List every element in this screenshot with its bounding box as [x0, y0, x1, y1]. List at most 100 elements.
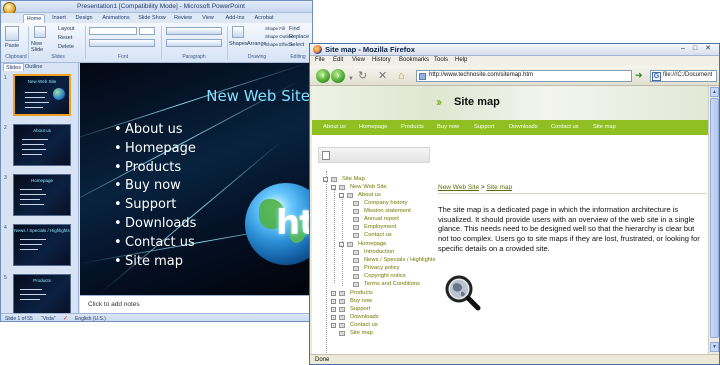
tree-item-products[interactable]: Products: [350, 290, 373, 296]
tree-item-contact-us-sub[interactable]: Contact us: [364, 232, 392, 238]
tree-toggle-icon[interactable]: –: [331, 185, 336, 190]
tree-item-employment[interactable]: Employment: [364, 224, 396, 230]
site-nav-support[interactable]: Support: [474, 124, 494, 130]
tree-item-support[interactable]: Support: [350, 306, 370, 312]
tree-item-news[interactable]: News / Specials / Highlights: [364, 257, 436, 263]
paragraph-list-buttons[interactable]: [166, 27, 222, 35]
tab-animations[interactable]: Animations: [101, 14, 131, 23]
tree-item-site-map[interactable]: Site map: [350, 330, 373, 336]
tab-add-ins[interactable]: Add-Ins: [223, 14, 247, 23]
shape-fill-button[interactable]: Shape Fill: [265, 26, 285, 31]
tree-item-copyright-notice[interactable]: Copyright notice: [364, 273, 406, 279]
tab-slide-show[interactable]: Slide Show: [137, 14, 167, 23]
slide-canvas[interactable]: New Web Site About us Homepage Products …: [80, 63, 312, 295]
find-button[interactable]: Find: [289, 26, 300, 32]
tab-home[interactable]: Home: [23, 14, 45, 23]
tree-toggle-icon[interactable]: –: [339, 193, 344, 198]
new-slide-icon[interactable]: [34, 26, 46, 38]
shapes-button[interactable]: Shapes: [229, 41, 248, 47]
menu-file[interactable]: File: [315, 57, 325, 63]
font-size-dropdown[interactable]: [139, 27, 155, 35]
slide-bullet-list[interactable]: About us Homepage Products Buy now Suppo…: [114, 121, 254, 271]
tree-item-terms[interactable]: Terms and Conditions: [364, 281, 420, 287]
url-text[interactable]: http://www.technosite.com/sitemap.htm: [429, 72, 533, 78]
tree-toggle-icon[interactable]: +: [331, 315, 336, 320]
back-button[interactable]: ‹: [316, 69, 330, 83]
replace-button[interactable]: Replace: [289, 34, 309, 40]
tree-item-privacy-policy[interactable]: Privacy policy: [364, 265, 399, 271]
site-nav-site-map[interactable]: Site map: [593, 124, 616, 130]
new-slide-button[interactable]: New Slide: [31, 41, 51, 53]
search-engine-icon[interactable]: G: [652, 72, 661, 81]
shapes-icon[interactable]: [232, 26, 244, 38]
minimize-icon[interactable]: –: [678, 45, 688, 54]
stop-icon[interactable]: ✕: [378, 70, 387, 82]
site-nav-downloads[interactable]: Downloads: [509, 124, 538, 130]
tree-item-buy-now[interactable]: Buy now: [350, 298, 372, 304]
site-nav-homepage[interactable]: Homepage: [359, 124, 387, 130]
search-text[interactable]: file:///C:/Document: [663, 72, 712, 78]
tab-outline[interactable]: Outline: [23, 63, 44, 71]
tree-item-about-us[interactable]: About us: [358, 192, 381, 198]
reload-icon[interactable]: ↻: [358, 70, 367, 82]
menu-tools[interactable]: Tools: [434, 57, 448, 63]
tab-slides[interactable]: Slides: [3, 63, 24, 71]
tree-item-contact-us[interactable]: Contact us: [350, 322, 378, 328]
paste-icon[interactable]: [5, 26, 19, 41]
go-arrow-icon[interactable]: ➜: [635, 70, 643, 81]
layout-button[interactable]: Layout: [58, 26, 75, 32]
tree-toggle-icon[interactable]: +: [331, 291, 336, 296]
slide-thumbnail-3[interactable]: Homepage: [13, 174, 71, 216]
site-nav-products[interactable]: Products: [401, 124, 424, 130]
address-bar[interactable]: http://www.technosite.com/sitemap.htm: [416, 70, 632, 82]
tree-item-homepage[interactable]: Homepage: [358, 241, 386, 247]
scroll-up-icon[interactable]: ▲: [710, 87, 719, 97]
menu-help[interactable]: Help: [455, 57, 467, 63]
select-button[interactable]: Select: [289, 42, 304, 48]
tree-item-new-web-site[interactable]: New Web Site: [350, 184, 387, 190]
tree-item-introduction[interactable]: Introduction: [364, 249, 394, 255]
menu-edit[interactable]: Edit: [333, 57, 343, 63]
menu-history[interactable]: History: [372, 57, 391, 63]
tree-toggle-icon[interactable]: +: [331, 299, 336, 304]
forward-button[interactable]: ›: [331, 69, 345, 83]
menu-view[interactable]: View: [352, 57, 365, 63]
tree-toggle-icon[interactable]: +: [331, 307, 336, 312]
tab-acrobat[interactable]: Acrobat: [252, 14, 276, 23]
home-icon[interactable]: ⌂: [398, 70, 405, 82]
arrange-button[interactable]: Arrange: [247, 41, 267, 47]
tree-item-downloads[interactable]: Downloads: [350, 314, 379, 320]
spellcheck-icon[interactable]: ✓: [63, 315, 68, 321]
site-nav-contact-us[interactable]: Contact us: [551, 124, 579, 130]
tree-toggle-icon[interactable]: –: [323, 177, 328, 182]
search-input[interactable]: G file:///C:/Document: [650, 70, 717, 82]
breadcrumb-home-link[interactable]: New Web Site: [438, 184, 479, 191]
notes-placeholder[interactable]: Click to add notes: [88, 301, 140, 308]
tree-item-annual-report[interactable]: Annual report: [364, 216, 399, 222]
slide-thumbnail-1[interactable]: New Web Site: [13, 74, 71, 116]
slide-title[interactable]: New Web Site: [86, 87, 312, 105]
maximize-icon[interactable]: □: [690, 45, 700, 54]
tab-view[interactable]: View: [199, 14, 217, 23]
site-nav-about-us[interactable]: About us: [323, 124, 346, 130]
slide-thumbnail-5[interactable]: Products: [13, 274, 71, 316]
slide-thumbnail-2[interactable]: About us: [13, 124, 71, 166]
font-name-dropdown[interactable]: [89, 27, 137, 35]
tree-item-company-history[interactable]: Company history: [364, 200, 408, 206]
delete-button[interactable]: Delete: [58, 44, 74, 50]
tab-design[interactable]: Design: [73, 14, 95, 23]
tab-insert[interactable]: Insert: [49, 14, 69, 23]
notes-pane[interactable]: Click to add notes: [80, 295, 312, 313]
slide-thumbnail-4[interactable]: News / Specials / Highlights: [13, 224, 71, 266]
tree-item-site-map-root[interactable]: Site Map: [342, 176, 365, 182]
scroll-thumb[interactable]: [710, 98, 719, 338]
close-icon[interactable]: ✕: [703, 45, 713, 54]
paste-button[interactable]: Paste: [5, 43, 19, 49]
scroll-down-icon[interactable]: ▼: [710, 342, 719, 352]
site-nav-buy-now[interactable]: Buy now: [437, 124, 459, 130]
vertical-scrollbar[interactable]: ▲ ▼: [708, 86, 719, 354]
tree-toggle-icon[interactable]: +: [331, 323, 336, 328]
history-dropdown-icon[interactable]: ▼: [348, 73, 354, 85]
tree-toggle-icon[interactable]: –: [339, 242, 344, 247]
tab-review[interactable]: Review: [172, 14, 194, 23]
